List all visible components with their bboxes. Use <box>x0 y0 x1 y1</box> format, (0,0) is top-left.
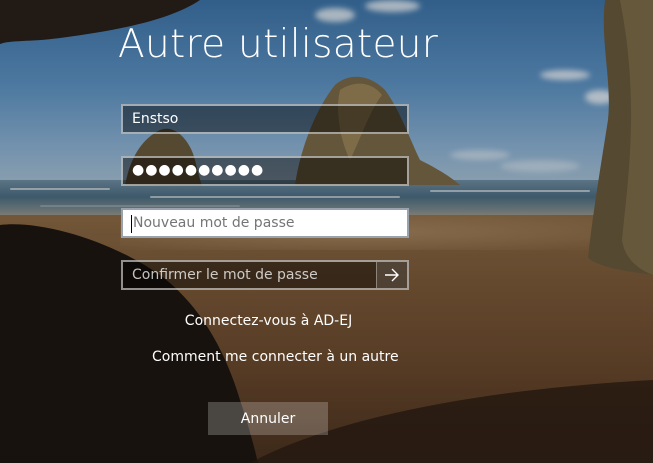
text-caret <box>131 215 132 233</box>
cancel-button[interactable]: Annuler <box>208 402 328 435</box>
username-value: Enstso <box>132 111 179 127</box>
page-title: Autre utilisateur <box>118 22 439 67</box>
username-field[interactable]: Enstso <box>121 104 409 134</box>
new-password-placeholder: Nouveau mot de passe <box>133 215 295 231</box>
other-domain-link[interactable]: Comment me connecter à un autre <box>152 349 399 363</box>
sign-in-domain-label: Connectez-vous à AD-EJ <box>184 313 353 329</box>
submit-button[interactable] <box>376 262 407 288</box>
password-mask: ●●●●●●●●●● <box>132 162 265 178</box>
arrow-right-icon <box>385 268 399 282</box>
sign-in-domain-text: Connectez-vous à AD-EJ <box>0 313 653 329</box>
confirm-password-placeholder: Confirmer le mot de passe <box>132 267 318 283</box>
current-password-field[interactable]: ●●●●●●●●●● <box>121 156 409 186</box>
new-password-input[interactable]: Nouveau mot de passe <box>121 208 409 238</box>
confirm-password-input[interactable]: Confirmer le mot de passe <box>121 260 409 290</box>
